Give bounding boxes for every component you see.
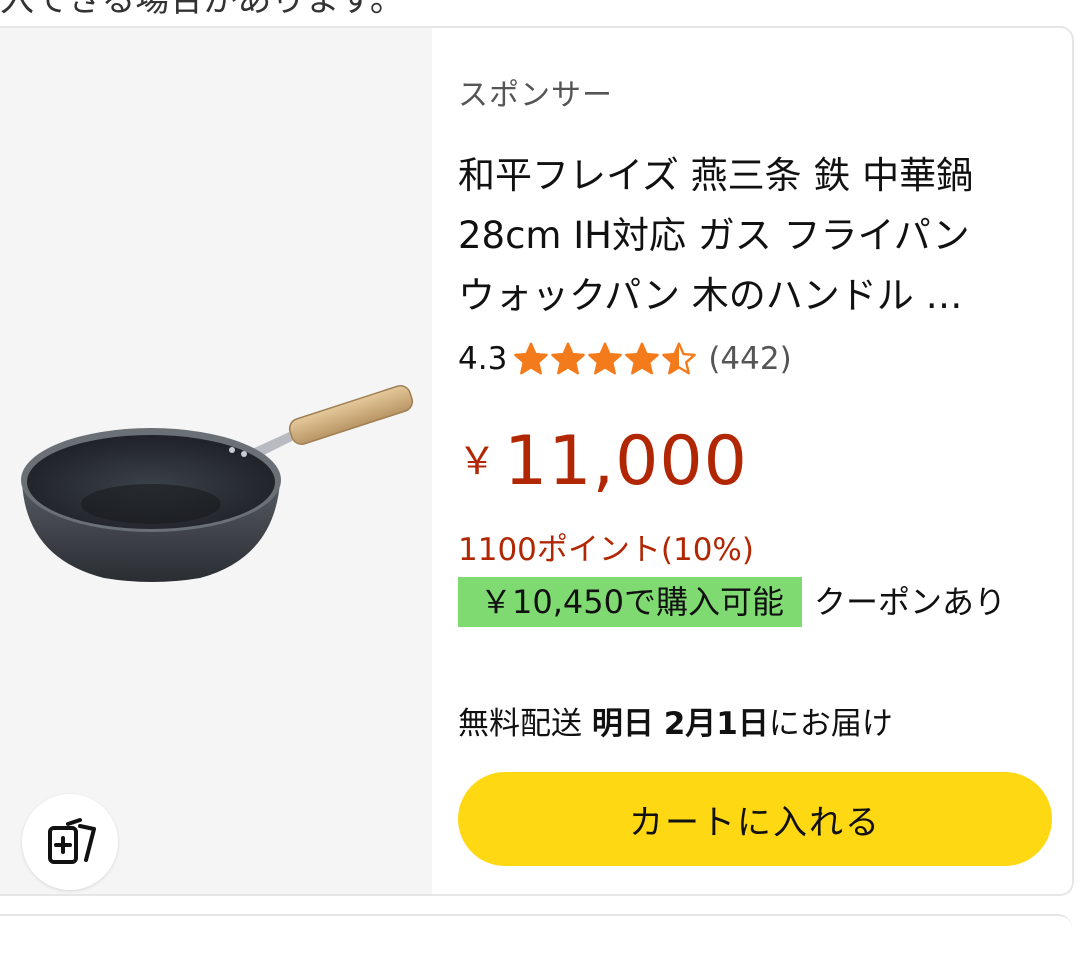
star-icon (514, 342, 549, 375)
sponsored-product-card[interactable]: スポンサー 和平フレイズ 燕三条 鉄 中華鍋 28cm IH対応 ガス フライパ… (0, 26, 1074, 896)
star-icon (662, 342, 697, 375)
price: ￥ 11,000 (458, 412, 748, 512)
star-icon (625, 342, 660, 375)
product-title[interactable]: 和平フレイズ 燕三条 鉄 中華鍋 28cm IH対応 ガス フライパン ウォック… (458, 146, 1048, 326)
rating-value: 4.3 (458, 341, 508, 377)
delivery-prefix: 無料配送 (458, 706, 582, 742)
rating-row[interactable]: 4.3 (442) (458, 336, 792, 382)
star-icon (588, 342, 623, 375)
price-currency: ￥ (458, 439, 497, 483)
product-image-panel[interactable] (0, 28, 432, 894)
points-text: 1100ポイント(10%) (458, 532, 754, 568)
add-to-list-button[interactable] (22, 794, 118, 890)
price-amount: 11,000 (504, 422, 748, 501)
delivery-suffix: にお届け (768, 706, 893, 742)
next-card-edge (0, 914, 1072, 956)
star-icon (551, 342, 586, 375)
product-image[interactable] (12, 358, 422, 598)
review-count[interactable]: (442) (708, 341, 791, 377)
sponsored-label: スポンサー (458, 78, 613, 113)
coupon-note: クーポンあり (813, 583, 1006, 621)
delivery-info: 無料配送 明日 2月1日にお届け (458, 698, 893, 743)
add-to-list-icon (48, 818, 96, 864)
add-to-cart-button[interactable]: カートに入れる (458, 772, 1052, 866)
top-truncated-text: 入できる場合があります。 (0, 0, 404, 20)
star-rating (513, 341, 698, 377)
delivery-date: 2月1日 (663, 706, 769, 742)
coupon-line: ￥10,450で購入可能 クーポンあり (458, 576, 1048, 628)
delivery-when: 明日 (591, 706, 654, 742)
product-title-line[interactable]: 和平フレイズ 燕三条 鉄 中華鍋 (458, 146, 1048, 206)
product-title-line[interactable]: ウォックパン 木のハンドル … (458, 266, 1048, 326)
product-title-line[interactable]: 28cm IH対応 ガス フライパン (458, 206, 1048, 266)
coupon-badge: ￥10,450で購入可能 (458, 577, 802, 627)
